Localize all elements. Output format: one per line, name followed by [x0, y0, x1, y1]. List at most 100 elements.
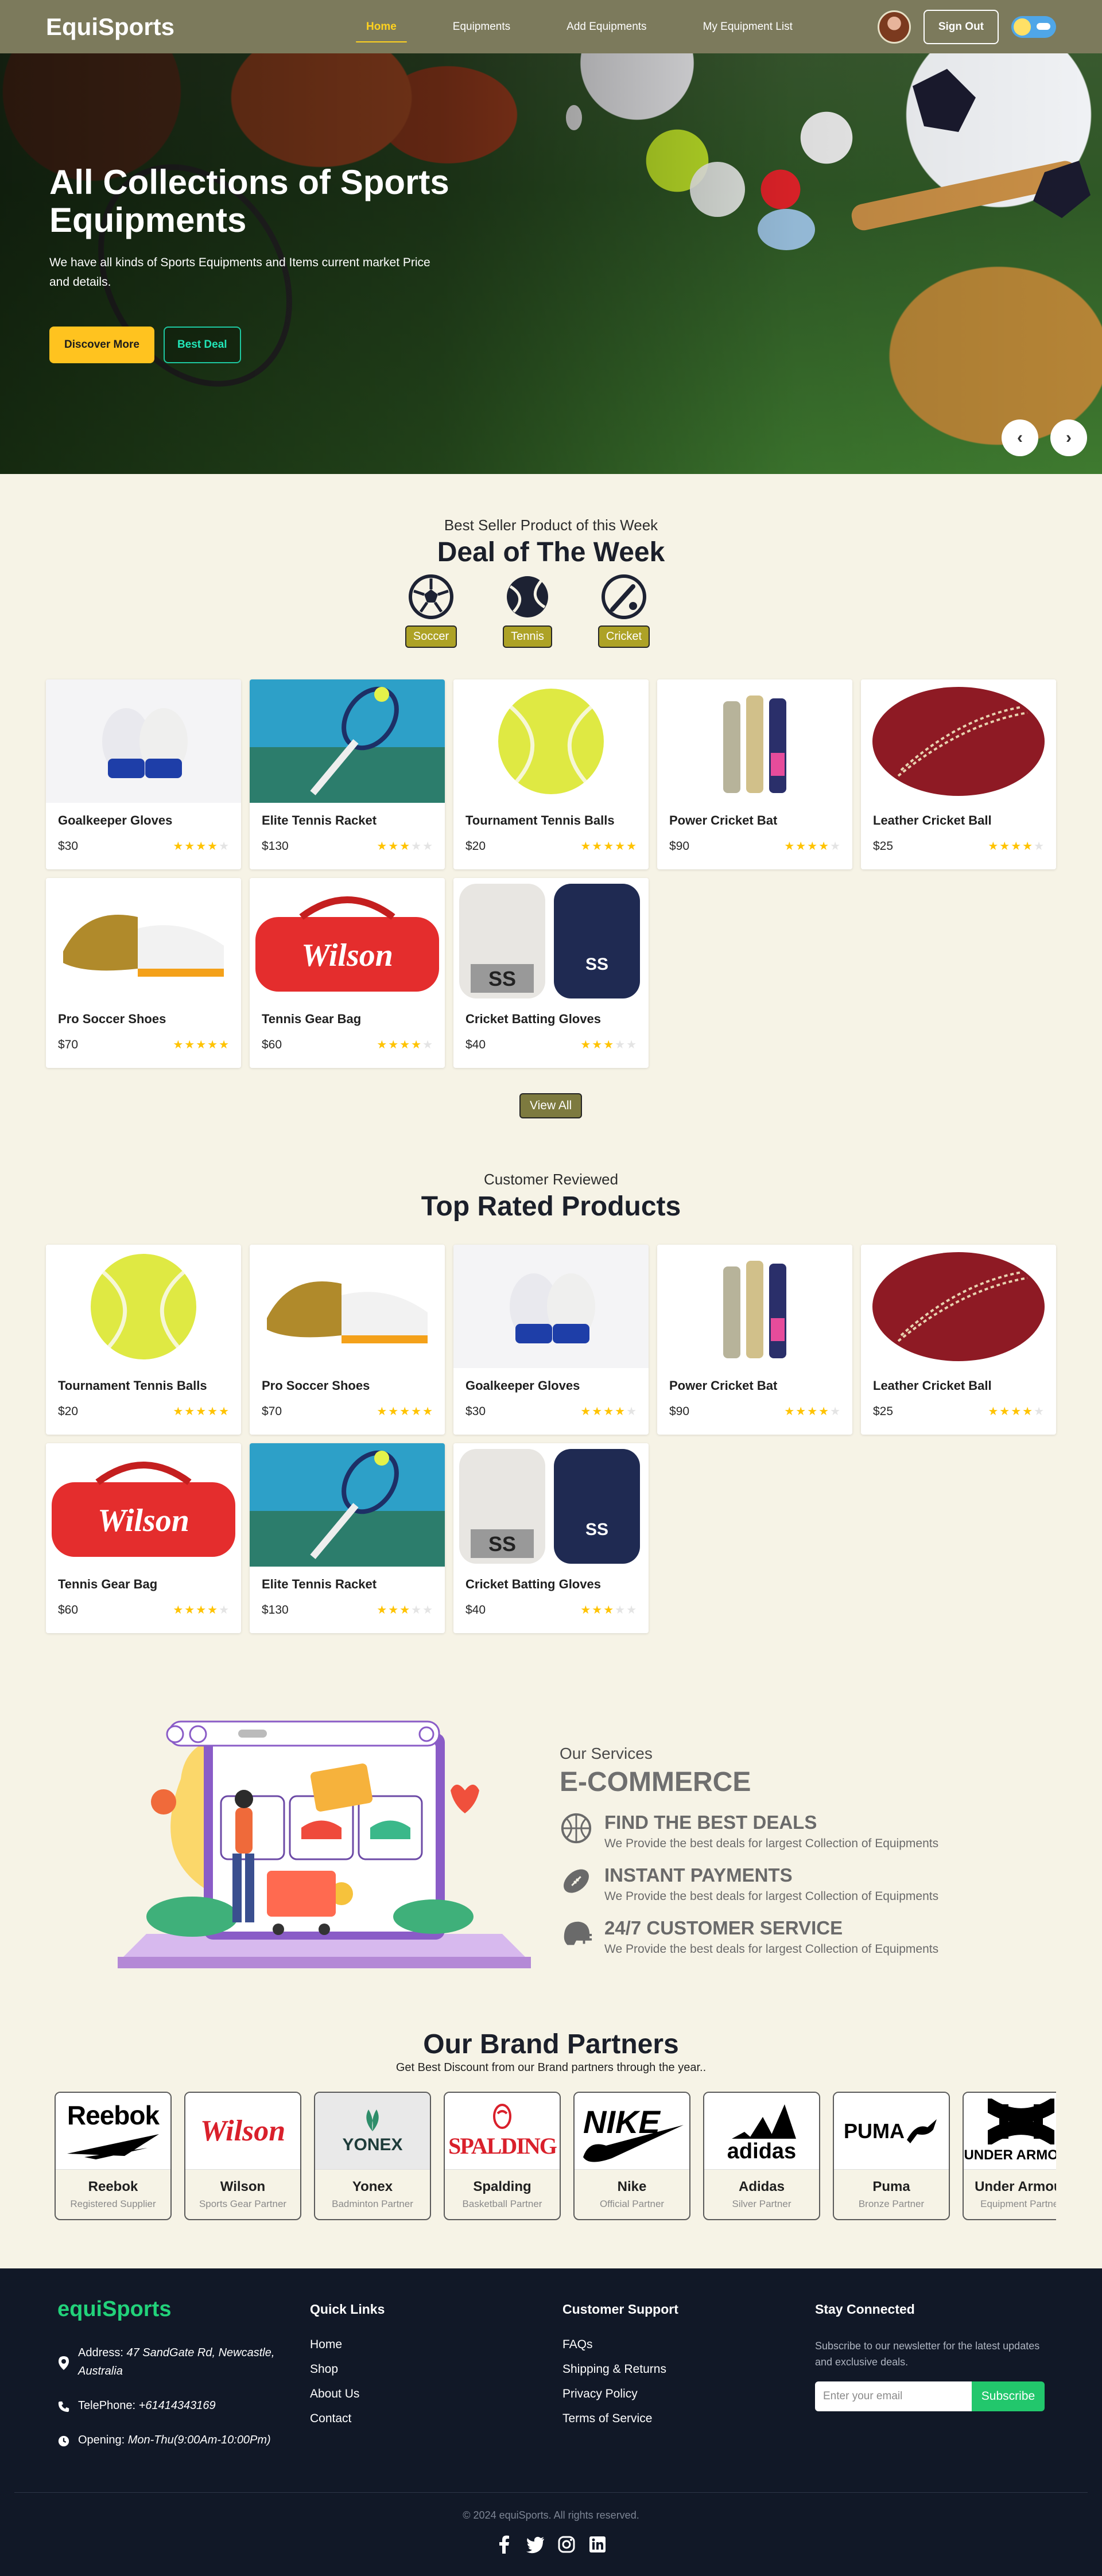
star-filled-icon: ★	[207, 840, 218, 853]
svg-text:SS: SS	[488, 967, 516, 990]
star-filled-icon: ★	[784, 840, 795, 853]
product-card[interactable]: Elite Tennis Racket $130 ★ ★ ★ ★ ★	[250, 1443, 445, 1633]
star-filled-icon: ★	[399, 1039, 410, 1051]
brands-subtitle: Get Best Discount from our Brand partner…	[395, 2061, 707, 2074]
product-price: $20	[465, 840, 486, 853]
email-input[interactable]	[815, 2381, 972, 2411]
user-avatar[interactable]	[877, 10, 911, 44]
brand-card[interactable]: YONEX Yonex Badminton Partner	[314, 2092, 431, 2220]
product-card[interactable]: Tournament Tennis Balls $20 ★ ★ ★ ★ ★	[453, 679, 649, 869]
service-title: FIND THE BEST DEALS	[604, 1812, 817, 1833]
product-card[interactable]: Goalkeeper Gloves $30 ★ ★ ★ ★ ★	[453, 1245, 649, 1435]
product-price: $70	[58, 1038, 79, 1051]
category-filters: Soccer Tennis Cricket	[400, 574, 655, 648]
best-deal-button[interactable]: Best Deal	[163, 327, 241, 363]
product-card[interactable]: SS SS Cricket Batting Gloves $40 ★ ★ ★ ★ ★	[453, 878, 649, 1068]
carousel-next-button[interactable]: ›	[1050, 419, 1087, 456]
tennis-bag-image: Wilson	[250, 878, 445, 1001]
rating-stars: ★ ★ ★ ★ ★	[173, 1406, 229, 1417]
star-filled-icon: ★	[592, 1039, 603, 1051]
carousel-prev-button[interactable]: ‹	[1002, 419, 1038, 456]
star-filled-icon: ★	[196, 840, 207, 853]
goalkeeper-gloves-image	[46, 679, 241, 803]
cloud-icon	[1037, 22, 1050, 30]
nav-link-home[interactable]: Home	[356, 16, 407, 42]
nav-link-add-equipments[interactable]: Add Equipments	[556, 16, 657, 38]
footer-link-terms[interactable]: Terms of Service	[562, 2412, 815, 2426]
category-soccer-button[interactable]: Soccer	[405, 625, 457, 648]
discover-more-button[interactable]: Discover More	[49, 327, 154, 363]
soccer-shoes-image	[46, 878, 241, 1001]
brand-card[interactable]: NIKE Nike Official Partner	[573, 2092, 690, 2220]
product-card[interactable]: Tournament Tennis Balls $20 ★ ★ ★ ★ ★	[46, 1245, 241, 1435]
star-filled-icon: ★	[411, 1405, 422, 1418]
footer-link-privacy[interactable]: Privacy Policy	[562, 2387, 815, 2401]
product-card[interactable]: Elite Tennis Racket $130 ★ ★ ★ ★ ★	[250, 679, 445, 869]
brand-logo[interactable]: EquiSports	[46, 13, 321, 41]
product-name: Power Cricket Bat	[669, 813, 778, 827]
instagram-icon[interactable]	[557, 2535, 576, 2554]
footer-link-faqs[interactable]: FAQs	[562, 2338, 815, 2352]
star-filled-icon: ★	[626, 840, 637, 853]
rating-stars: ★ ★ ★ ★ ★	[173, 1604, 229, 1616]
category-cricket-button[interactable]: Cricket	[597, 625, 650, 648]
product-card[interactable]: Power Cricket Bat $90 ★ ★ ★ ★ ★	[657, 679, 852, 869]
star-filled-icon: ★	[592, 1405, 603, 1418]
star-filled-icon: ★	[173, 840, 184, 853]
product-card[interactable]: Leather Cricket Ball $25 ★ ★ ★ ★ ★	[861, 1245, 1056, 1435]
twitter-icon[interactable]	[526, 2535, 545, 2554]
goalkeeper-gloves-image	[453, 1245, 649, 1368]
rating-stars: ★ ★ ★ ★ ★	[988, 841, 1044, 852]
product-card[interactable]: Pro Soccer Shoes $70 ★ ★ ★ ★ ★	[46, 878, 241, 1068]
linkedin-icon[interactable]	[588, 2535, 607, 2554]
brand-name: Puma	[872, 2179, 910, 2194]
product-name: Tournament Tennis Balls	[465, 813, 615, 827]
nav-link-my-equipment-list[interactable]: My Equipment List	[693, 16, 803, 38]
star-filled-icon: ★	[999, 840, 1010, 853]
star-empty-icon: ★	[626, 1405, 637, 1418]
theme-toggle[interactable]	[1011, 15, 1056, 38]
product-card[interactable]: Power Cricket Bat $90 ★ ★ ★ ★ ★	[657, 1245, 852, 1435]
top-rated-title: Top Rated Products	[421, 1191, 681, 1222]
brand-card[interactable]: Reebok Reebok Registered Supplier	[55, 2092, 172, 2220]
product-name: Leather Cricket Ball	[873, 1378, 992, 1393]
subscribe-button[interactable]: Subscribe	[972, 2381, 1045, 2411]
product-card[interactable]: Wilson Tennis Gear Bag $60 ★ ★ ★ ★ ★	[250, 878, 445, 1068]
star-filled-icon: ★	[999, 1405, 1010, 1418]
product-card[interactable]: Pro Soccer Shoes $70 ★ ★ ★ ★ ★	[250, 1245, 445, 1435]
ecommerce-illustration	[118, 1720, 531, 1968]
brand-card[interactable]: UNDER ARMOUR Under Armour Equipment Part…	[963, 2092, 1056, 2220]
view-all-button[interactable]: View All	[519, 1093, 583, 1118]
star-empty-icon: ★	[411, 1604, 422, 1617]
service-item: 24/7 CUSTOMER SERVICE We Provide the bes…	[560, 1917, 1030, 1956]
footer-link-shop[interactable]: Shop	[310, 2363, 562, 2376]
footer-link-home[interactable]: Home	[310, 2338, 562, 2352]
star-filled-icon: ★	[377, 1604, 387, 1617]
svg-text:Wilson: Wilson	[301, 938, 393, 973]
star-filled-icon: ★	[988, 840, 999, 853]
star-filled-icon: ★	[388, 1405, 399, 1418]
sign-out-button[interactable]: Sign Out	[923, 9, 999, 44]
brand-card[interactable]: SPALDING Spalding Basketball Partner	[444, 2092, 561, 2220]
footer-link-contact[interactable]: Contact	[310, 2412, 562, 2426]
service-item: INSTANT PAYMENTS We Provide the best dea…	[560, 1864, 1030, 1903]
footer-link-about[interactable]: About Us	[310, 2387, 562, 2401]
star-filled-icon: ★	[603, 1039, 614, 1051]
facebook-icon[interactable]	[495, 2535, 514, 2554]
location-pin-icon	[59, 2356, 69, 2370]
brand-card[interactable]: Wilson Wilson Sports Gear Partner	[184, 2092, 301, 2220]
category-tennis-button[interactable]: Tennis	[503, 625, 552, 648]
footer-link-shipping[interactable]: Shipping & Returns	[562, 2363, 815, 2376]
product-card[interactable]: Leather Cricket Ball $25 ★ ★ ★ ★ ★	[861, 679, 1056, 869]
footer-brand[interactable]: equiSports	[57, 2297, 310, 2322]
phone-icon	[58, 2401, 69, 2412]
batting-gloves-image: SS SS	[453, 1443, 649, 1567]
nav-link-equipments[interactable]: Equipments	[443, 16, 521, 38]
product-card[interactable]: SS SS Cricket Batting Gloves $40 ★ ★ ★ ★ ★	[453, 1443, 649, 1633]
brand-card[interactable]: PUMA Puma Bronze Partner	[833, 2092, 950, 2220]
product-card[interactable]: Wilson Tennis Gear Bag $60 ★ ★ ★ ★ ★	[46, 1443, 241, 1633]
product-price: $25	[873, 1405, 894, 1418]
brand-card[interactable]: adidas Adidas Silver Partner	[703, 2092, 820, 2220]
product-price: $130	[262, 1603, 289, 1617]
product-card[interactable]: Goalkeeper Gloves $30 ★ ★ ★ ★ ★	[46, 679, 241, 869]
